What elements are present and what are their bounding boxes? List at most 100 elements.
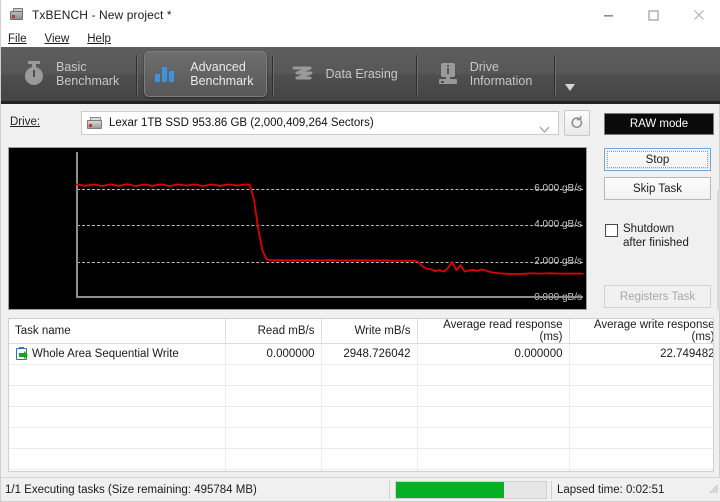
shutdown-after-finished-checkbox[interactable]: Shutdown after finished bbox=[605, 222, 689, 250]
cell-empty bbox=[225, 407, 321, 428]
refresh-drive-button[interactable] bbox=[564, 110, 590, 136]
bar-chart-icon bbox=[155, 60, 181, 88]
cell-empty bbox=[321, 365, 417, 386]
stop-button[interactable]: Stop bbox=[604, 148, 711, 171]
cell-empty bbox=[9, 449, 225, 470]
cell-read: 0.000000 bbox=[225, 344, 321, 365]
cell-empty bbox=[321, 428, 417, 449]
cell-write: 2948.726042 bbox=[321, 344, 417, 365]
title-bar: TxBENCH - New project * bbox=[1, 0, 720, 30]
tab-data-erasing-label: Data Erasing bbox=[325, 67, 397, 81]
cell-empty bbox=[569, 365, 714, 386]
maximize-icon[interactable] bbox=[631, 0, 676, 30]
lapsed-time-text: Lapsed time: 0:02:51 bbox=[557, 484, 664, 496]
cell-empty bbox=[9, 386, 225, 407]
close-icon[interactable] bbox=[676, 0, 720, 30]
cell-empty bbox=[417, 428, 569, 449]
table-empty-row[interactable] bbox=[9, 428, 714, 449]
drive-select[interactable]: Lexar 1TB SSD 953.86 GB (2,000,409,264 S… bbox=[81, 111, 559, 135]
cell-task-name: Whole Area Sequential Write bbox=[9, 344, 225, 365]
skip-task-button[interactable]: Skip Task bbox=[604, 177, 711, 200]
task-status-text: 1/1 Executing tasks (Size remaining: 495… bbox=[5, 484, 257, 496]
column-header-write[interactable]: Write mB/s bbox=[321, 319, 417, 344]
column-header-avg-read[interactable]: Average read response (ms) bbox=[417, 319, 569, 344]
shutdown-after-finished-label: Shutdown after finished bbox=[623, 222, 689, 250]
menu-help[interactable]: Help bbox=[87, 33, 111, 45]
throughput-chart: 6.000 gB/s 4.000 gB/s 2.000 gB/s 0.000 g… bbox=[8, 147, 587, 310]
task-clipboard-icon bbox=[15, 347, 29, 361]
txbench-window: TxBENCH - New project * File View Help B… bbox=[0, 0, 720, 502]
status-divider-2 bbox=[551, 481, 552, 499]
registers-task-button[interactable]: Registers Task bbox=[604, 285, 711, 308]
cell-avg-write: 22.749482 bbox=[569, 344, 714, 365]
minimize-icon[interactable] bbox=[586, 0, 631, 30]
column-header-avg-write[interactable]: Average write response (ms) bbox=[569, 319, 714, 344]
checkbox-box[interactable] bbox=[605, 224, 618, 237]
cell-empty bbox=[569, 470, 714, 473]
table-header-row: Task name Read mB/s Write mB/s Average r… bbox=[9, 319, 714, 344]
resize-grip[interactable] bbox=[707, 481, 719, 499]
task-results-table: Task name Read mB/s Write mB/s Average r… bbox=[8, 318, 714, 472]
column-header-read[interactable]: Read mB/s bbox=[225, 319, 321, 344]
window-controls bbox=[586, 0, 720, 30]
drive-selected-value: Lexar 1TB SSD 953.86 GB (2,000,409,264 S… bbox=[109, 117, 374, 129]
cell-empty bbox=[569, 407, 714, 428]
app-icon bbox=[9, 7, 25, 23]
tab-advanced-benchmark-label: Advanced Benchmark bbox=[190, 60, 253, 88]
table-row[interactable]: Whole Area Sequential Write 0.000000 294… bbox=[9, 344, 714, 365]
tab-drive-information[interactable]: Drive Information bbox=[425, 51, 546, 97]
table-empty-row[interactable] bbox=[9, 386, 714, 407]
registers-task-button-label: Registers Task bbox=[620, 291, 695, 303]
menu-view[interactable]: View bbox=[45, 33, 70, 45]
task-name-text: Whole Area Sequential Write bbox=[32, 348, 179, 360]
progress-bar-fill bbox=[396, 482, 504, 498]
raw-mode-indicator: RAW mode bbox=[604, 113, 714, 135]
ribbon-tab-strip: Basic Benchmark Advanced Benchmark Data … bbox=[1, 47, 720, 104]
cell-empty bbox=[9, 470, 225, 473]
cell-avg-read: 0.000000 bbox=[417, 344, 569, 365]
tab-basic-benchmark[interactable]: Basic Benchmark bbox=[11, 51, 132, 97]
cell-empty bbox=[417, 407, 569, 428]
stop-button-label: Stop bbox=[646, 154, 670, 166]
chevron-down-icon[interactable] bbox=[563, 51, 577, 97]
cell-empty bbox=[9, 407, 225, 428]
cell-empty bbox=[225, 365, 321, 386]
table-empty-row[interactable] bbox=[9, 470, 714, 473]
cell-empty bbox=[225, 386, 321, 407]
cell-empty bbox=[417, 365, 569, 386]
cell-empty bbox=[417, 449, 569, 470]
progress-bar bbox=[395, 481, 547, 499]
table-empty-row[interactable] bbox=[9, 407, 714, 428]
cell-empty bbox=[321, 407, 417, 428]
menu-help-label: Help bbox=[87, 33, 111, 45]
status-bar: 1/1 Executing tasks (Size remaining: 495… bbox=[1, 477, 720, 501]
window-title: TxBENCH - New project * bbox=[32, 8, 172, 22]
cell-empty bbox=[225, 449, 321, 470]
cell-empty bbox=[225, 428, 321, 449]
cell-empty bbox=[9, 365, 225, 386]
hdd-icon bbox=[87, 117, 103, 130]
cell-empty bbox=[569, 386, 714, 407]
cell-empty bbox=[321, 470, 417, 473]
column-header-task-name[interactable]: Task name bbox=[9, 319, 225, 344]
cell-empty bbox=[569, 428, 714, 449]
cell-empty bbox=[569, 449, 714, 470]
tab-advanced-benchmark[interactable]: Advanced Benchmark bbox=[144, 51, 267, 97]
chart-series-line bbox=[9, 148, 586, 310]
cell-empty bbox=[9, 428, 225, 449]
cell-empty bbox=[321, 449, 417, 470]
table-empty-row[interactable] bbox=[9, 365, 714, 386]
tab-data-erasing[interactable]: Data Erasing bbox=[280, 51, 410, 97]
erase-icon bbox=[290, 60, 316, 88]
menu-file-label: File bbox=[8, 33, 27, 45]
drive-label: Drive: bbox=[10, 116, 40, 128]
cell-empty bbox=[417, 470, 569, 473]
drive-label-text: Drive: bbox=[10, 116, 40, 128]
table-empty-row[interactable] bbox=[9, 449, 714, 470]
cell-empty bbox=[321, 386, 417, 407]
cell-empty bbox=[225, 470, 321, 473]
menu-file[interactable]: File bbox=[8, 33, 27, 45]
menu-view-label: View bbox=[45, 33, 70, 45]
stopwatch-icon bbox=[21, 60, 47, 88]
cell-empty bbox=[417, 386, 569, 407]
